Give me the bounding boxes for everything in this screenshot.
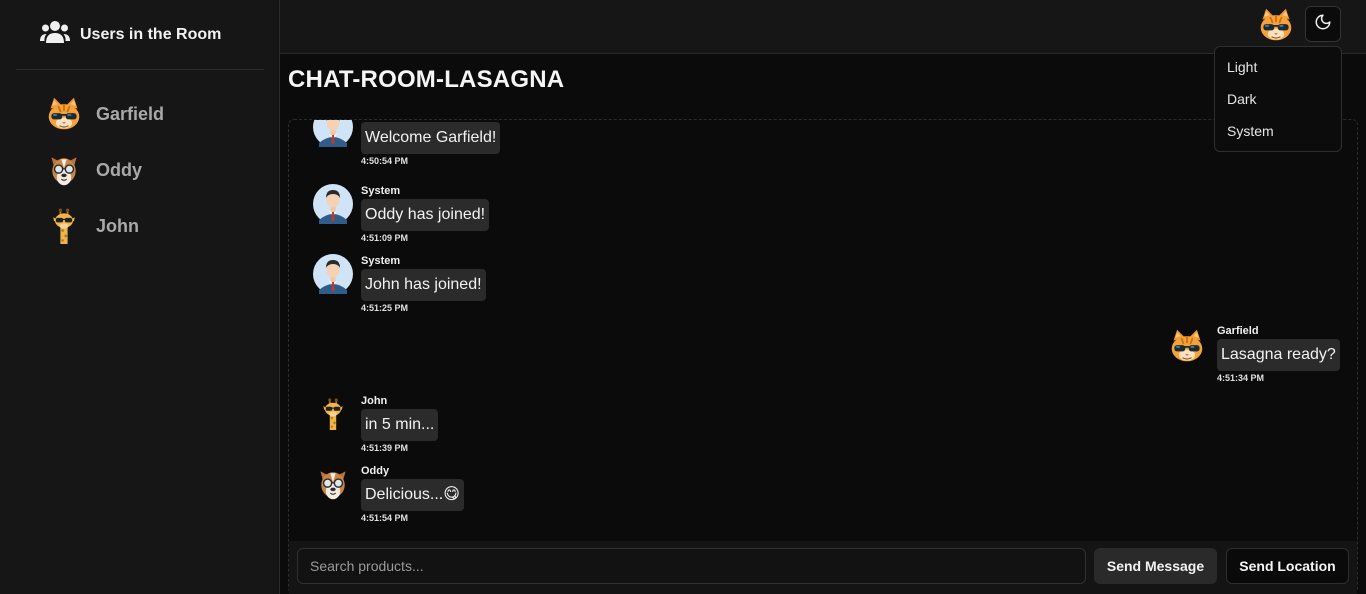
message-time: 4:51:34 PM <box>1217 373 1265 383</box>
message-bubble: Welcome Garfield! <box>361 122 501 154</box>
user-name: John <box>96 215 139 236</box>
user-item-john[interactable]: John <box>46 198 164 254</box>
send-message-button[interactable]: Send Message <box>1094 548 1217 584</box>
giraffe-sunglasses-avatar <box>46 208 82 244</box>
theme-option-dark[interactable]: Dark <box>1215 85 1341 117</box>
message-time: 4:51:39 PM <box>361 443 409 453</box>
message-sender: Garfield <box>1217 325 1259 337</box>
sidebar-title: Users in the Room <box>80 25 222 43</box>
system-user-avatar <box>313 254 353 294</box>
top-bar <box>280 0 1366 54</box>
room-title: CHAT-ROOM-LASAGNA <box>288 66 565 93</box>
chat-messages[interactable]: Welcome Garfield! 4:50:54 PM System Oddy… <box>288 119 1358 594</box>
message-sender: Oddy <box>361 465 390 477</box>
cat-sunglasses-avatar <box>46 96 82 132</box>
system-user-avatar <box>313 119 353 147</box>
message-composer: Send Message Send Location <box>289 541 1357 594</box>
user-name: Garfield <box>96 103 165 124</box>
message-bubble: John has joined! <box>361 269 486 301</box>
cat-sunglasses-avatar <box>1169 328 1205 364</box>
message-time: 4:51:09 PM <box>361 233 409 243</box>
theme-menu: Light Dark System <box>1214 46 1342 152</box>
message-time: 4:51:25 PM <box>361 303 409 313</box>
system-user-avatar <box>313 184 353 224</box>
message-bubble: in 5 min... <box>361 409 439 441</box>
send-location-button[interactable]: Send Location <box>1226 548 1349 584</box>
message-bubble: Oddy has joined! <box>361 199 490 231</box>
dog-glasses-avatar <box>46 152 82 188</box>
message-sender: System <box>361 185 401 197</box>
moon-icon <box>1314 13 1332 36</box>
giraffe-sunglasses-avatar <box>317 394 349 434</box>
theme-option-system[interactable]: System <box>1215 117 1341 149</box>
message-sender: System <box>361 255 401 267</box>
users-icon <box>40 20 70 49</box>
message-time: 4:51:54 PM <box>361 513 409 523</box>
sidebar-header: Users in the Room <box>16 0 264 70</box>
cat-sunglasses-avatar <box>1258 7 1294 43</box>
message-bubble: Lasagna ready? <box>1217 339 1340 371</box>
message-time: 4:50:54 PM <box>361 156 409 166</box>
current-user-avatar[interactable] <box>1258 7 1294 48</box>
message-input[interactable] <box>297 548 1086 584</box>
message-bubble: Delicious...😋 <box>361 479 464 511</box>
user-name: Oddy <box>96 159 143 180</box>
theme-option-light[interactable]: Light <box>1215 53 1341 85</box>
message-sender: John <box>361 395 388 407</box>
user-list: Garfield Oddy John <box>46 86 164 254</box>
theme-toggle-button[interactable] <box>1305 6 1341 42</box>
user-item-oddy[interactable]: Oddy <box>46 142 164 198</box>
user-item-garfield[interactable]: Garfield <box>46 86 164 142</box>
sidebar: Users in the Room Garfield Oddy John <box>0 0 280 594</box>
dog-glasses-avatar <box>315 464 351 504</box>
message-sender <box>361 120 500 121</box>
